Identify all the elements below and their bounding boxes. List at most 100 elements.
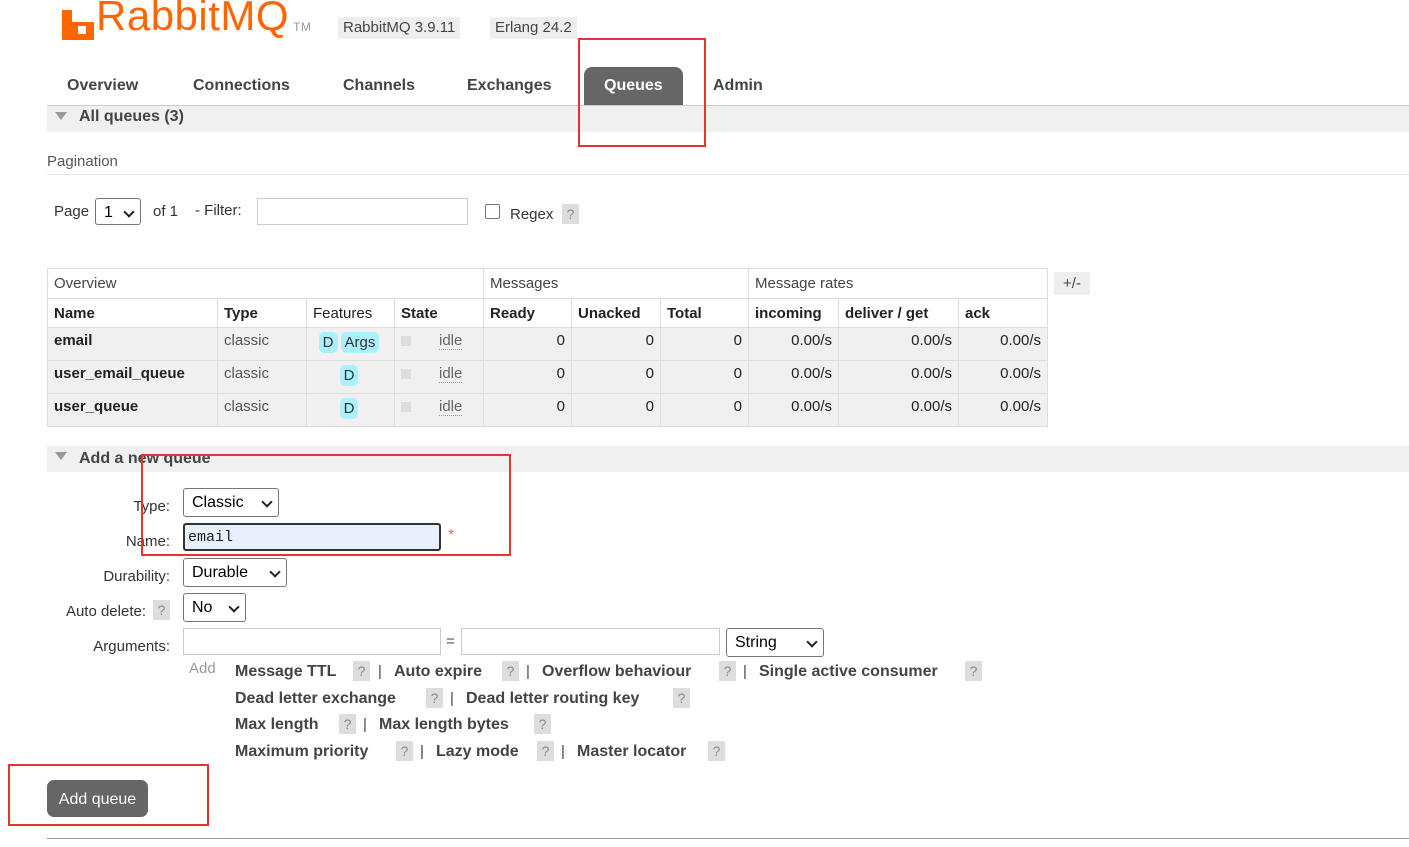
chevron-down-icon <box>228 601 240 613</box>
arg-message-ttl-link[interactable]: Message TTL <box>235 663 336 681</box>
arg-master-locator-link[interactable]: Master locator <box>577 743 686 761</box>
regex-checkbox[interactable] <box>485 204 500 219</box>
auto-delete-label: Auto delete: <box>65 603 146 620</box>
arg-maximum-priority-help[interactable]: ? <box>396 741 413 761</box>
arg-overflow-link[interactable]: Overflow behaviour <box>542 663 691 681</box>
arg-dead-letter-routing-key-help[interactable]: ? <box>673 688 690 708</box>
arg-overflow-help[interactable]: ? <box>719 661 736 681</box>
tab-exchanges[interactable]: Exchanges <box>447 67 571 105</box>
auto-delete-help-button[interactable]: ? <box>153 600 170 620</box>
arg-auto-expire-link[interactable]: Auto expire <box>394 663 482 681</box>
state-label: idle <box>439 332 463 350</box>
arg-max-length-help[interactable]: ? <box>339 714 356 734</box>
add-queue-button[interactable]: Add queue <box>47 780 148 817</box>
rabbitmq-version-badge: RabbitMQ 3.9.11 <box>338 17 461 39</box>
required-marker: * <box>448 527 455 544</box>
queue-type-value: Classic <box>192 494 244 511</box>
column-toggle-button[interactable]: +/- <box>1054 272 1090 295</box>
arg-dead-letter-exchange-link[interactable]: Dead letter exchange <box>235 690 396 708</box>
tab-queues[interactable]: Queues <box>584 67 683 105</box>
all-queues-section-toggle[interactable]: All queues (3) <box>47 106 1409 132</box>
column-header-deliver-get[interactable]: deliver / get <box>838 298 959 328</box>
arg-max-length-link[interactable]: Max length <box>235 716 319 734</box>
table-row: user_queue classic D idle 0 0 0 0.00/s 0… <box>47 393 1048 427</box>
queue-name-link[interactable]: user_queue <box>47 393 218 427</box>
queue-name-input[interactable] <box>183 523 441 551</box>
auto-delete-value: No <box>192 599 213 616</box>
arg-maximum-priority-link[interactable]: Maximum priority <box>235 743 368 761</box>
arg-dead-letter-routing-key-link[interactable]: Dead letter routing key <box>466 690 639 708</box>
collapse-triangle-icon <box>55 452 67 460</box>
separator: | <box>450 690 454 707</box>
group-header-messages: Messages <box>483 268 749 299</box>
tab-overview[interactable]: Overview <box>47 67 158 105</box>
add-queue-section-toggle[interactable]: Add a new queue <box>47 446 1409 472</box>
queue-type-select[interactable]: Classic <box>183 488 279 517</box>
queue-name-link[interactable]: user_email_queue <box>47 360 218 394</box>
queues-table: Overview Messages Message rates Name Typ… <box>47 268 1048 427</box>
queue-type: classic <box>217 360 307 394</box>
deliver-get-rate: 0.00/s <box>838 393 959 427</box>
arg-max-length-bytes-help[interactable]: ? <box>534 714 551 734</box>
logo[interactable]: RabbitMQ TM <box>62 0 311 40</box>
all-queues-title: All queues (3) <box>79 108 184 125</box>
state-label: idle <box>439 365 463 383</box>
state-indicator-icon <box>401 402 411 412</box>
filter-input[interactable] <box>257 198 468 225</box>
page-of-label: of 1 <box>153 203 179 220</box>
arg-message-ttl-help[interactable]: ? <box>353 661 370 681</box>
durability-label: Durability: <box>103 568 170 585</box>
tab-channels[interactable]: Channels <box>323 67 435 105</box>
arg-max-length-bytes-link[interactable]: Max length bytes <box>379 716 509 734</box>
arg-master-locator-help[interactable]: ? <box>708 741 725 761</box>
column-header-name[interactable]: Name <box>47 298 218 328</box>
ack-rate: 0.00/s <box>958 327 1048 361</box>
ack-rate: 0.00/s <box>958 393 1048 427</box>
page-select[interactable]: 1 <box>95 198 141 225</box>
arg-lazy-mode-help[interactable]: ? <box>537 741 554 761</box>
ack-rate: 0.00/s <box>958 360 1048 394</box>
total-count: 0 <box>660 360 749 394</box>
divider <box>47 838 1409 839</box>
group-header-message-rates: Message rates <box>748 268 1048 299</box>
ready-count: 0 <box>483 360 572 394</box>
column-header-ready[interactable]: Ready <box>483 298 572 328</box>
argument-type-select[interactable]: String <box>726 628 824 657</box>
main-tabs: Overview Connections Channels Exchanges … <box>47 67 1409 106</box>
separator: | <box>420 743 424 760</box>
arg-single-active-consumer-link[interactable]: Single active consumer <box>759 663 938 681</box>
chevron-down-icon <box>269 566 281 578</box>
regex-label: Regex <box>510 206 554 223</box>
column-header-type[interactable]: Type <box>217 298 307 328</box>
tab-admin[interactable]: Admin <box>693 67 783 105</box>
queue-name-link[interactable]: email <box>47 327 218 361</box>
column-header-total[interactable]: Total <box>660 298 749 328</box>
group-header-overview: Overview <box>47 268 484 299</box>
arg-single-active-consumer-help[interactable]: ? <box>965 661 982 681</box>
arg-auto-expire-help[interactable]: ? <box>502 661 519 681</box>
feature-badge-durable: D <box>339 365 359 386</box>
chevron-down-icon <box>806 636 818 648</box>
durability-select[interactable]: Durable <box>183 558 287 587</box>
regex-help-button[interactable]: ? <box>562 204 579 224</box>
tab-connections[interactable]: Connections <box>173 67 310 105</box>
rabbit-logo-icon <box>62 10 94 40</box>
auto-delete-select[interactable]: No <box>183 593 246 622</box>
column-header-incoming[interactable]: incoming <box>748 298 839 328</box>
column-header-state[interactable]: State <box>394 298 484 328</box>
separator: | <box>561 743 565 760</box>
column-header-ack[interactable]: ack <box>958 298 1048 328</box>
separator: | <box>526 663 530 680</box>
arg-lazy-mode-link[interactable]: Lazy mode <box>436 743 519 761</box>
arg-dead-letter-exchange-help[interactable]: ? <box>426 688 443 708</box>
argument-key-input[interactable] <box>183 628 441 655</box>
argument-value-input[interactable] <box>461 628 720 655</box>
argument-type-value: String <box>735 634 777 651</box>
name-label: Name: <box>125 533 170 550</box>
column-header-unacked[interactable]: Unacked <box>571 298 661 328</box>
separator: | <box>743 663 747 680</box>
ready-count: 0 <box>483 327 572 361</box>
state-indicator-icon <box>401 369 411 379</box>
deliver-get-rate: 0.00/s <box>838 360 959 394</box>
feature-badge-args: Args <box>340 332 380 353</box>
